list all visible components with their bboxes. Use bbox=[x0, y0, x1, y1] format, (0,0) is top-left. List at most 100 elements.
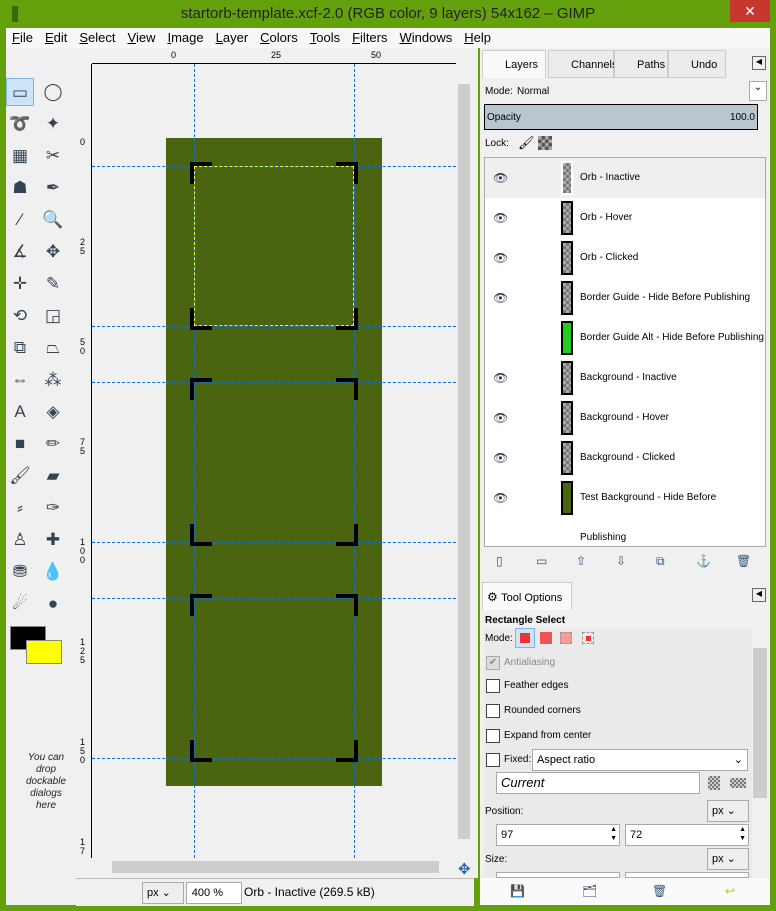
align-tool[interactable]: ✛ bbox=[6, 270, 34, 298]
horizontal-ruler[interactable]: 0 25 50 bbox=[92, 50, 456, 64]
fixed-value-input[interactable]: Current bbox=[496, 772, 700, 794]
unit-select[interactable]: px ⌄ bbox=[142, 882, 184, 904]
mode-subtract-button[interactable] bbox=[560, 632, 572, 644]
opacity-slider[interactable]: Opacity 100.0 bbox=[484, 104, 758, 130]
dodge-burn-tool[interactable]: ● bbox=[39, 590, 67, 618]
layer-row[interactable]: 👁 Border Guide - Hide Before Publishing bbox=[485, 278, 765, 318]
size-unit-select[interactable]: px ⌄ bbox=[707, 848, 749, 870]
layer-row[interactable]: 👁 Background - Inactive bbox=[485, 358, 765, 398]
mode-value[interactable]: Normal bbox=[517, 86, 549, 97]
layer-row[interactable]: 👁 Orb - Inactive bbox=[485, 158, 765, 198]
clone-tool[interactable]: ♙ bbox=[6, 526, 34, 554]
tab-tool-options[interactable]: ⚙ Tool Options bbox=[482, 582, 572, 610]
menu-help[interactable]: Help bbox=[458, 28, 497, 48]
rect-select-tool[interactable]: ▭ bbox=[6, 78, 34, 106]
ellipse-select-tool[interactable]: ◯ bbox=[39, 78, 67, 106]
text-tool[interactable]: A bbox=[6, 398, 34, 426]
flip-tool[interactable]: ⇔ bbox=[6, 366, 34, 394]
scale-tool[interactable]: ◲ bbox=[39, 302, 67, 330]
horizontal-guide[interactable] bbox=[92, 326, 456, 327]
perspective-tool[interactable]: ⏢ bbox=[39, 334, 67, 362]
eye-icon[interactable]: 👁 bbox=[493, 198, 509, 238]
portrait-icon[interactable] bbox=[708, 776, 720, 790]
position-unit-select[interactable]: px ⌄ bbox=[707, 800, 749, 822]
eye-icon[interactable]: 👁 bbox=[493, 438, 509, 478]
background-color-swatch[interactable] bbox=[26, 640, 62, 664]
horizontal-guide[interactable] bbox=[92, 382, 456, 383]
eye-icon[interactable]: 👁 bbox=[493, 398, 509, 438]
blur-tool[interactable]: 💧 bbox=[39, 558, 67, 586]
horizontal-guide[interactable] bbox=[92, 598, 456, 599]
delete-layer-button[interactable]: 🗑 bbox=[736, 554, 751, 568]
blend-tool[interactable]: ■ bbox=[6, 430, 34, 458]
eye-icon[interactable]: 👁 bbox=[493, 478, 509, 518]
layer-row[interactable]: 👁 Background - Clicked bbox=[485, 438, 765, 478]
new-layer-button[interactable]: ▯ bbox=[496, 554, 503, 568]
layer-row[interactable]: Border Guide Alt - Hide Before Publishin… bbox=[485, 318, 765, 358]
zoom-select[interactable]: 400 % bbox=[186, 882, 242, 904]
position-x-input[interactable]: 97 ▲ ▼ bbox=[496, 824, 620, 846]
eye-icon[interactable]: 👁 bbox=[493, 238, 509, 278]
horizontal-guide[interactable] bbox=[92, 542, 456, 543]
fixed-checkbox[interactable] bbox=[486, 753, 500, 767]
menu-filters[interactable]: Filters bbox=[346, 28, 393, 48]
antialiasing-checkbox[interactable]: ✔ bbox=[486, 656, 500, 670]
bucket-fill-tool[interactable]: ◈ bbox=[39, 398, 67, 426]
color-picker-tool[interactable]: ⁄ bbox=[6, 206, 34, 234]
lock-pixels-icon[interactable]: 🖌 bbox=[518, 135, 535, 151]
horizontal-guide[interactable] bbox=[92, 758, 456, 759]
layer-row[interactable]: 👁 Background - Hover bbox=[485, 398, 765, 438]
menu-file[interactable]: File bbox=[6, 28, 39, 48]
menu-view[interactable]: View bbox=[122, 28, 162, 48]
expand-from-center-checkbox[interactable] bbox=[486, 729, 500, 743]
mode-intersect-button[interactable] bbox=[582, 632, 594, 644]
paintbrush-tool[interactable]: 🖌 bbox=[6, 462, 34, 490]
fixed-select[interactable]: Aspect ratio ⌄ bbox=[532, 749, 748, 771]
tool-options-menu-button[interactable]: ◀ bbox=[752, 588, 766, 602]
delete-options-icon[interactable]: 🗑 bbox=[652, 884, 667, 898]
menu-image[interactable]: Image bbox=[161, 28, 209, 48]
tab-channels[interactable]: Channels bbox=[548, 50, 617, 78]
shear-tool[interactable]: ⧉ bbox=[6, 334, 34, 362]
tab-undo[interactable]: Undo bbox=[668, 50, 726, 78]
mode-dropdown[interactable]: ⌄ bbox=[749, 81, 767, 101]
horizontal-scroll-thumb[interactable] bbox=[112, 861, 439, 873]
position-y-input[interactable]: 72 ▲ ▼ bbox=[625, 824, 749, 846]
free-select-tool[interactable]: ➰ bbox=[6, 110, 34, 138]
feather-edges-checkbox[interactable] bbox=[486, 679, 500, 693]
tab-paths[interactable]: Paths bbox=[614, 50, 668, 78]
canvas[interactable] bbox=[92, 64, 456, 858]
menu-select[interactable]: Select bbox=[73, 28, 121, 48]
save-options-icon[interactable]: 💾 bbox=[510, 884, 525, 898]
layer-row[interactable]: 👁 Orb - Hover bbox=[485, 198, 765, 238]
measure-tool[interactable]: ∡ bbox=[6, 238, 34, 266]
duplicate-layer-button[interactable]: ⧉ bbox=[656, 554, 665, 569]
menu-edit[interactable]: Edit bbox=[39, 28, 73, 48]
lower-layer-button[interactable]: ⇩ bbox=[616, 554, 626, 568]
pencil-tool[interactable]: ✏ bbox=[39, 430, 67, 458]
move-tool[interactable]: ✥ bbox=[39, 238, 67, 266]
mode-add-button[interactable] bbox=[540, 632, 552, 644]
landscape-icon[interactable] bbox=[730, 778, 746, 788]
layer-row[interactable]: 👁 Orb - Clicked bbox=[485, 238, 765, 278]
eye-icon[interactable]: 👁 bbox=[493, 158, 509, 198]
layer-row[interactable]: 👁 Test Background - Hide Before Publishin… bbox=[485, 478, 765, 543]
menu-windows[interactable]: Windows bbox=[394, 28, 459, 48]
heal-tool[interactable]: ✚ bbox=[39, 526, 67, 554]
zoom-tool[interactable]: 🔍 bbox=[39, 206, 67, 234]
vertical-ruler[interactable]: 0 2 5 5 0 7 5 1 0 0 1 2 5 1 5 0 1 7 bbox=[78, 64, 92, 858]
mode-replace-button[interactable] bbox=[515, 628, 535, 648]
cage-tool[interactable]: ⁂ bbox=[39, 366, 67, 394]
airbrush-tool[interactable]: ⸗ bbox=[6, 494, 34, 522]
select-by-color-tool[interactable]: ▦ bbox=[6, 142, 34, 170]
menu-tools[interactable]: Tools bbox=[304, 28, 346, 48]
lock-alpha-icon[interactable] bbox=[538, 136, 552, 150]
raise-layer-button[interactable]: ⇧ bbox=[576, 554, 586, 568]
eye-icon[interactable]: 👁 bbox=[493, 358, 509, 398]
reset-options-icon[interactable]: ↩ bbox=[725, 884, 735, 898]
scissors-tool[interactable]: ✂ bbox=[39, 142, 67, 170]
smudge-tool[interactable]: ☄ bbox=[6, 590, 34, 618]
restore-options-icon[interactable]: 🗂 bbox=[582, 884, 597, 898]
rotate-tool[interactable]: ⟲ bbox=[6, 302, 34, 330]
foreground-select-tool[interactable]: ☗ bbox=[6, 174, 34, 202]
